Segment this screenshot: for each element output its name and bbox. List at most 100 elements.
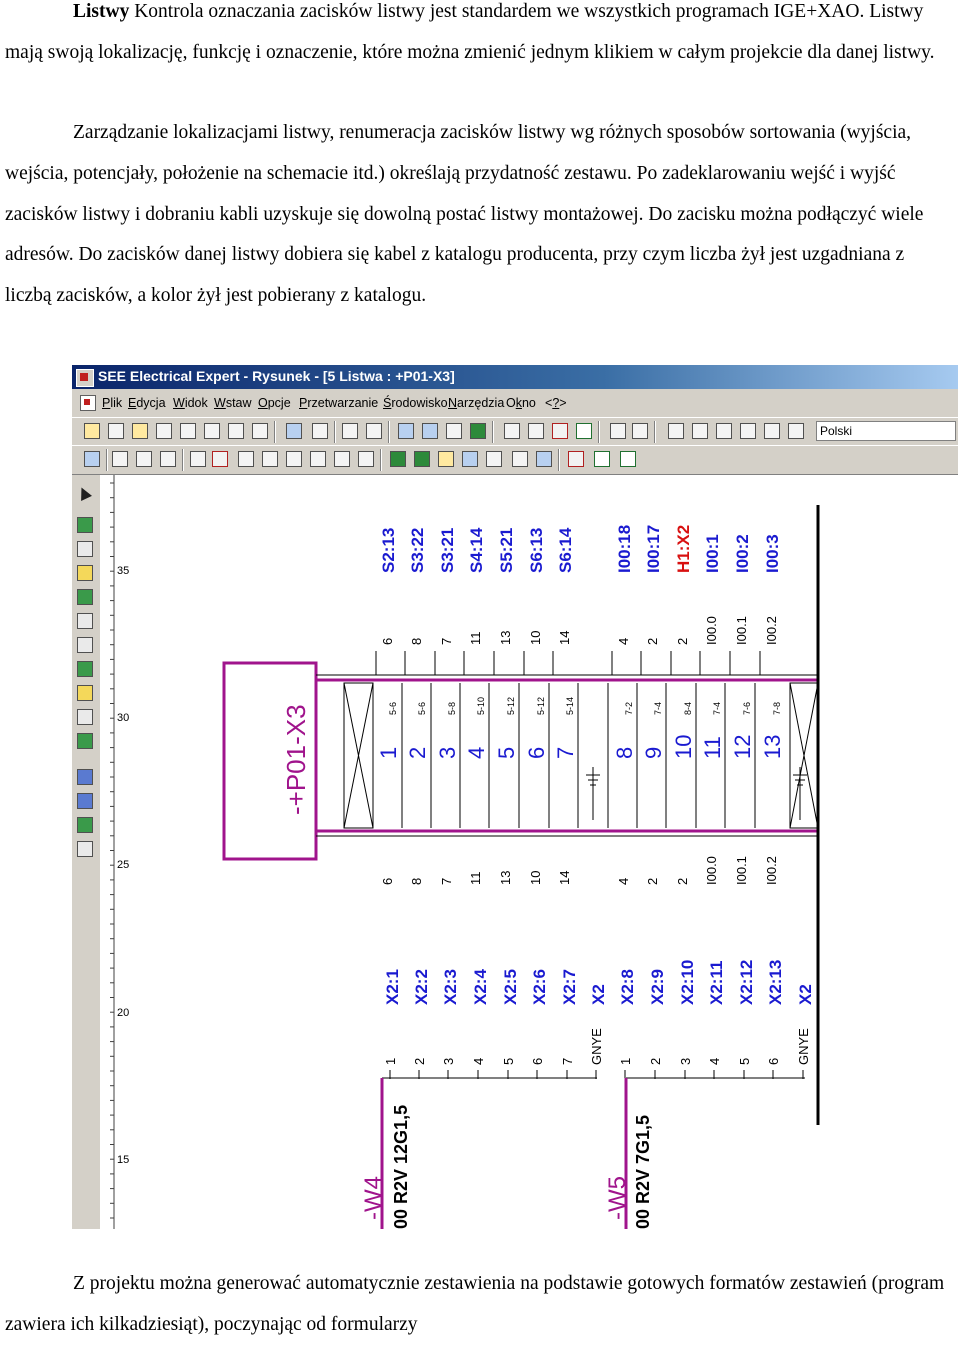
grid-icon[interactable] [610,423,626,439]
bottom-potential-label: 11 [468,872,483,886]
menu-narzedzia[interactable]: Narzędzia [448,396,504,410]
menu-plik[interactable]: Plik [102,396,122,410]
zoom-icon[interactable] [84,451,100,467]
bold-icon[interactable] [692,423,708,439]
draw-line-icon[interactable] [740,423,756,439]
menu-help[interactable]: <?> [545,396,567,410]
wizard-icon[interactable] [84,423,100,439]
paste-icon[interactable] [180,423,196,439]
cut-icon[interactable] [228,423,244,439]
strip-edit-icon[interactable] [77,817,93,833]
wire-red-icon[interactable] [552,423,568,439]
print-preview-icon[interactable] [366,423,382,439]
cross-reference-icon[interactable] [77,793,93,809]
potential-icon[interactable] [77,661,93,677]
symbol-icon[interactable] [504,423,520,439]
layer-add-icon[interactable] [414,451,430,467]
open-folder-icon[interactable] [132,423,148,439]
drawing-canvas[interactable]: 35 30 25 20 15 -+P01-X3 S2:13 S3:22 S3:21 S4:14 S5… [100,475,958,1229]
connector-icon[interactable] [536,451,552,467]
pencil-icon[interactable] [212,451,228,467]
cable-insert-icon[interactable] [77,613,93,629]
core-label: 1 [383,1058,398,1065]
group-icon[interactable] [358,451,374,467]
zoom-page-icon[interactable] [446,423,462,439]
erase-icon[interactable] [788,423,804,439]
core-label: 4 [707,1058,722,1065]
wire-green-2-icon[interactable] [620,451,636,467]
cable-icon[interactable] [512,451,528,467]
mirror-icon[interactable] [310,451,326,467]
copy-symbol-icon[interactable] [77,709,93,725]
terminal-strip-drawing: 3530252015-+P01-X3S2:13 S3:22 S3:21 S4:14 S5… [110,475,820,1229]
core-label: GNYE [796,1028,811,1065]
ruler-label: 15 [117,1154,129,1166]
wire-draw-icon[interactable] [77,565,93,581]
menu-okno[interactable]: Okno [506,396,536,410]
terminal-insert-icon[interactable] [77,589,93,605]
list-icon[interactable] [238,451,254,467]
top-potential-label: 14 [557,631,572,645]
menu-widok[interactable]: Widok [173,396,208,410]
terminal-number-label: 12 [730,735,755,759]
symbol-insert-icon[interactable] [77,517,93,533]
connect-icon[interactable] [286,451,302,467]
core-label: 5 [737,1058,752,1065]
save-icon[interactable] [286,423,302,439]
print-icon[interactable] [342,423,358,439]
grid-view-icon[interactable] [112,451,128,467]
menu-opcje[interactable]: Opcje [258,396,291,410]
terminal-icon[interactable] [528,423,544,439]
cable1-type-label: 00 R2V 12G1,5 [391,1105,411,1229]
move-icon[interactable] [262,451,278,467]
renumber-icon[interactable] [77,769,93,785]
properties-icon[interactable] [252,423,268,439]
connector-insert-icon[interactable] [77,637,93,653]
wire-diagonal-icon[interactable] [594,451,610,467]
layer-green-icon[interactable] [390,451,406,467]
top-address-label: H1:X2 [674,525,693,573]
window-title: SEE Electrical Expert - Rysunek - [5 Lis… [98,368,455,384]
ortho-icon[interactable] [632,423,648,439]
copy-icon[interactable] [156,423,172,439]
wire-green-icon[interactable] [576,423,592,439]
draw-box-icon[interactable] [764,423,780,439]
terminal-ref-label: 5-6 [417,702,427,715]
rotate-icon[interactable] [334,451,350,467]
layer-blue-icon[interactable] [462,451,478,467]
report-icon[interactable] [77,841,93,857]
top-address-label: S6:14 [556,527,575,573]
edit-symbol-icon[interactable] [190,451,206,467]
menu-srodowisko[interactable]: Środowisko [383,396,448,410]
refresh-icon[interactable] [470,423,486,439]
top-address-label: I00:18 [615,525,634,573]
redo-icon[interactable] [312,423,328,439]
ruler-icon[interactable] [160,451,176,467]
core-label: 3 [678,1058,693,1065]
top-address-label: I00:2 [733,534,752,573]
new-file-icon[interactable] [108,423,124,439]
bottom-address-label: X2 [796,984,815,1005]
select-rect-icon[interactable] [77,541,93,557]
zoom-window-icon[interactable] [398,423,414,439]
menu-wstaw[interactable]: Wstaw [214,396,252,410]
wire-red-2-icon[interactable] [568,451,584,467]
terminal-ref-label: 7-8 [772,702,782,715]
core-label: 2 [412,1058,427,1065]
zoom-all-icon[interactable] [422,423,438,439]
app-screenshot: SEE Electrical Expert - Rysunek - [5 Lis… [72,365,958,1229]
layer-edit-icon[interactable] [486,451,502,467]
menu-przetwarzanie[interactable]: Przetwarzanie [299,396,378,410]
terminal-ref-label: 7-4 [653,702,663,715]
frame-icon[interactable] [136,451,152,467]
macro-icon[interactable] [77,733,93,749]
italic-icon[interactable] [716,423,732,439]
language-select[interactable]: Polski [816,421,956,441]
select-arrow-icon[interactable] [76,485,92,501]
menu-edycja[interactable]: Edycja [128,396,166,410]
bottom-address-label: X2:2 [412,969,431,1005]
undo-icon[interactable] [204,423,220,439]
layer-yellow-icon[interactable] [438,451,454,467]
text-tool-icon[interactable] [668,423,684,439]
equipotential-icon[interactable] [77,685,93,701]
